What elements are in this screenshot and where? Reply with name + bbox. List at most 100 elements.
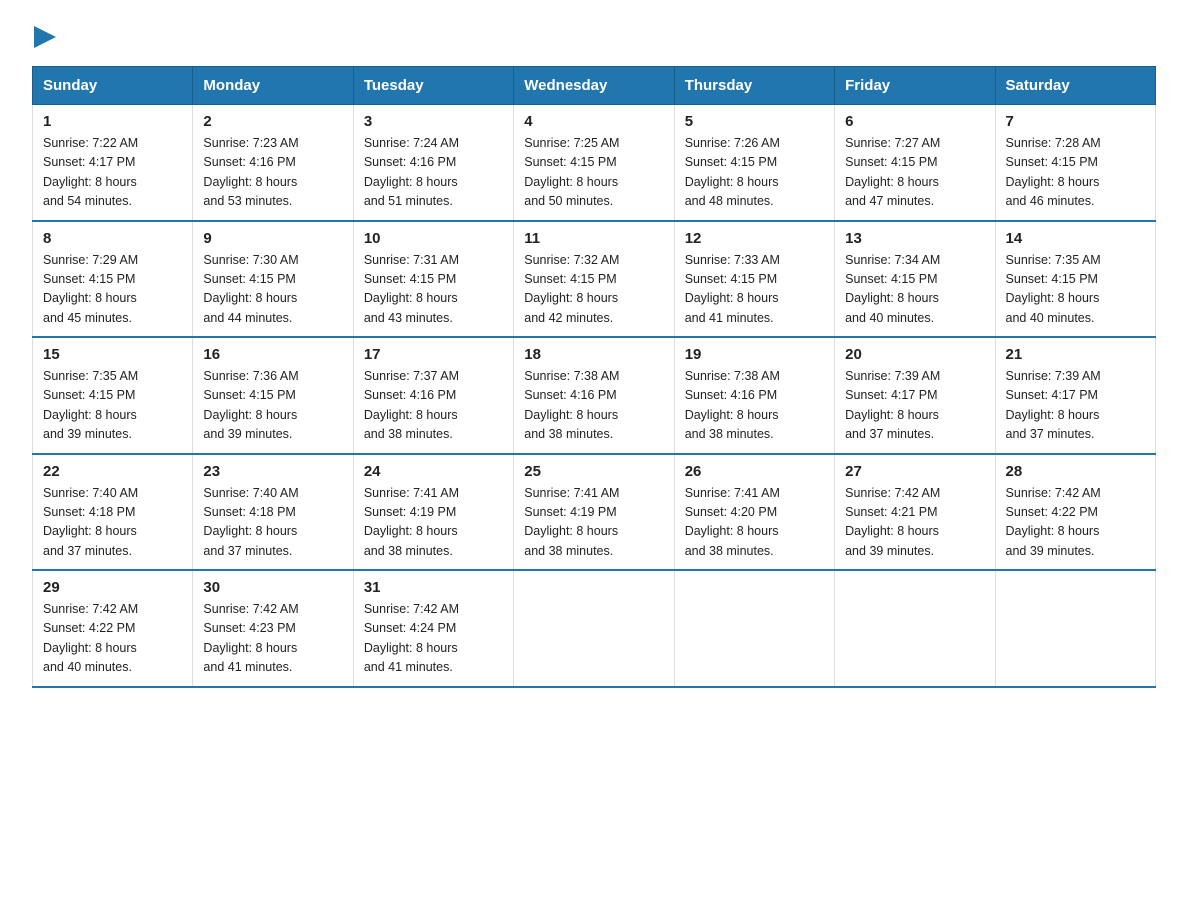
sun-info: Sunrise: 7:38 AM Sunset: 4:16 PM Dayligh… [685, 367, 824, 445]
day-number: 5 [685, 113, 824, 130]
sun-info: Sunrise: 7:36 AM Sunset: 4:15 PM Dayligh… [203, 367, 342, 445]
calendar-cell [995, 570, 1155, 687]
sun-info: Sunrise: 7:42 AM Sunset: 4:22 PM Dayligh… [1006, 484, 1145, 562]
calendar-cell: 27 Sunrise: 7:42 AM Sunset: 4:21 PM Dayl… [835, 454, 995, 571]
calendar-cell: 17 Sunrise: 7:37 AM Sunset: 4:16 PM Dayl… [353, 337, 513, 454]
calendar-cell: 19 Sunrise: 7:38 AM Sunset: 4:16 PM Dayl… [674, 337, 834, 454]
day-number: 13 [845, 230, 984, 247]
header-friday: Friday [835, 67, 995, 105]
sun-info: Sunrise: 7:34 AM Sunset: 4:15 PM Dayligh… [845, 251, 984, 329]
day-number: 12 [685, 230, 824, 247]
calendar-cell: 26 Sunrise: 7:41 AM Sunset: 4:20 PM Dayl… [674, 454, 834, 571]
sun-info: Sunrise: 7:32 AM Sunset: 4:15 PM Dayligh… [524, 251, 663, 329]
calendar-cell: 15 Sunrise: 7:35 AM Sunset: 4:15 PM Dayl… [33, 337, 193, 454]
calendar-cell: 30 Sunrise: 7:42 AM Sunset: 4:23 PM Dayl… [193, 570, 353, 687]
day-number: 2 [203, 113, 342, 130]
sun-info: Sunrise: 7:41 AM Sunset: 4:19 PM Dayligh… [524, 484, 663, 562]
sun-info: Sunrise: 7:24 AM Sunset: 4:16 PM Dayligh… [364, 134, 503, 212]
calendar-cell: 23 Sunrise: 7:40 AM Sunset: 4:18 PM Dayl… [193, 454, 353, 571]
week-row-4: 22 Sunrise: 7:40 AM Sunset: 4:18 PM Dayl… [33, 454, 1156, 571]
day-number: 1 [43, 113, 182, 130]
day-number: 11 [524, 230, 663, 247]
day-number: 22 [43, 463, 182, 480]
day-number: 19 [685, 346, 824, 363]
calendar-cell: 8 Sunrise: 7:29 AM Sunset: 4:15 PM Dayli… [33, 221, 193, 338]
day-number: 10 [364, 230, 503, 247]
week-row-2: 8 Sunrise: 7:29 AM Sunset: 4:15 PM Dayli… [33, 221, 1156, 338]
calendar-cell: 31 Sunrise: 7:42 AM Sunset: 4:24 PM Dayl… [353, 570, 513, 687]
day-number: 18 [524, 346, 663, 363]
day-number: 20 [845, 346, 984, 363]
sun-info: Sunrise: 7:39 AM Sunset: 4:17 PM Dayligh… [1006, 367, 1145, 445]
sun-info: Sunrise: 7:27 AM Sunset: 4:15 PM Dayligh… [845, 134, 984, 212]
calendar-cell: 16 Sunrise: 7:36 AM Sunset: 4:15 PM Dayl… [193, 337, 353, 454]
calendar-cell [835, 570, 995, 687]
calendar-table: SundayMondayTuesdayWednesdayThursdayFrid… [32, 66, 1156, 688]
sun-info: Sunrise: 7:42 AM Sunset: 4:24 PM Dayligh… [364, 600, 503, 678]
sun-info: Sunrise: 7:40 AM Sunset: 4:18 PM Dayligh… [43, 484, 182, 562]
sun-info: Sunrise: 7:42 AM Sunset: 4:22 PM Dayligh… [43, 600, 182, 678]
sun-info: Sunrise: 7:23 AM Sunset: 4:16 PM Dayligh… [203, 134, 342, 212]
calendar-cell: 6 Sunrise: 7:27 AM Sunset: 4:15 PM Dayli… [835, 105, 995, 221]
header-sunday: Sunday [33, 67, 193, 105]
logo [32, 24, 56, 48]
page-header [32, 24, 1156, 48]
calendar-cell: 7 Sunrise: 7:28 AM Sunset: 4:15 PM Dayli… [995, 105, 1155, 221]
day-number: 16 [203, 346, 342, 363]
day-number: 15 [43, 346, 182, 363]
day-number: 27 [845, 463, 984, 480]
calendar-cell: 11 Sunrise: 7:32 AM Sunset: 4:15 PM Dayl… [514, 221, 674, 338]
calendar-cell: 14 Sunrise: 7:35 AM Sunset: 4:15 PM Dayl… [995, 221, 1155, 338]
days-header-row: SundayMondayTuesdayWednesdayThursdayFrid… [33, 67, 1156, 105]
sun-info: Sunrise: 7:26 AM Sunset: 4:15 PM Dayligh… [685, 134, 824, 212]
sun-info: Sunrise: 7:41 AM Sunset: 4:19 PM Dayligh… [364, 484, 503, 562]
calendar-cell: 22 Sunrise: 7:40 AM Sunset: 4:18 PM Dayl… [33, 454, 193, 571]
week-row-5: 29 Sunrise: 7:42 AM Sunset: 4:22 PM Dayl… [33, 570, 1156, 687]
calendar-cell: 20 Sunrise: 7:39 AM Sunset: 4:17 PM Dayl… [835, 337, 995, 454]
calendar-cell: 2 Sunrise: 7:23 AM Sunset: 4:16 PM Dayli… [193, 105, 353, 221]
sun-info: Sunrise: 7:29 AM Sunset: 4:15 PM Dayligh… [43, 251, 182, 329]
calendar-cell: 18 Sunrise: 7:38 AM Sunset: 4:16 PM Dayl… [514, 337, 674, 454]
day-number: 6 [845, 113, 984, 130]
header-monday: Monday [193, 67, 353, 105]
calendar-cell: 28 Sunrise: 7:42 AM Sunset: 4:22 PM Dayl… [995, 454, 1155, 571]
sun-info: Sunrise: 7:42 AM Sunset: 4:23 PM Dayligh… [203, 600, 342, 678]
week-row-1: 1 Sunrise: 7:22 AM Sunset: 4:17 PM Dayli… [33, 105, 1156, 221]
day-number: 21 [1006, 346, 1145, 363]
logo-flag-icon [34, 26, 56, 48]
header-saturday: Saturday [995, 67, 1155, 105]
sun-info: Sunrise: 7:25 AM Sunset: 4:15 PM Dayligh… [524, 134, 663, 212]
calendar-cell: 12 Sunrise: 7:33 AM Sunset: 4:15 PM Dayl… [674, 221, 834, 338]
header-tuesday: Tuesday [353, 67, 513, 105]
sun-info: Sunrise: 7:39 AM Sunset: 4:17 PM Dayligh… [845, 367, 984, 445]
day-number: 4 [524, 113, 663, 130]
calendar-cell: 25 Sunrise: 7:41 AM Sunset: 4:19 PM Dayl… [514, 454, 674, 571]
calendar-cell: 24 Sunrise: 7:41 AM Sunset: 4:19 PM Dayl… [353, 454, 513, 571]
sun-info: Sunrise: 7:41 AM Sunset: 4:20 PM Dayligh… [685, 484, 824, 562]
calendar-cell: 21 Sunrise: 7:39 AM Sunset: 4:17 PM Dayl… [995, 337, 1155, 454]
calendar-cell: 9 Sunrise: 7:30 AM Sunset: 4:15 PM Dayli… [193, 221, 353, 338]
sun-info: Sunrise: 7:37 AM Sunset: 4:16 PM Dayligh… [364, 367, 503, 445]
day-number: 28 [1006, 463, 1145, 480]
calendar-cell: 1 Sunrise: 7:22 AM Sunset: 4:17 PM Dayli… [33, 105, 193, 221]
day-number: 30 [203, 579, 342, 596]
day-number: 8 [43, 230, 182, 247]
calendar-cell: 10 Sunrise: 7:31 AM Sunset: 4:15 PM Dayl… [353, 221, 513, 338]
sun-info: Sunrise: 7:35 AM Sunset: 4:15 PM Dayligh… [43, 367, 182, 445]
sun-info: Sunrise: 7:40 AM Sunset: 4:18 PM Dayligh… [203, 484, 342, 562]
sun-info: Sunrise: 7:31 AM Sunset: 4:15 PM Dayligh… [364, 251, 503, 329]
sun-info: Sunrise: 7:22 AM Sunset: 4:17 PM Dayligh… [43, 134, 182, 212]
sun-info: Sunrise: 7:35 AM Sunset: 4:15 PM Dayligh… [1006, 251, 1145, 329]
day-number: 29 [43, 579, 182, 596]
sun-info: Sunrise: 7:33 AM Sunset: 4:15 PM Dayligh… [685, 251, 824, 329]
calendar-cell: 29 Sunrise: 7:42 AM Sunset: 4:22 PM Dayl… [33, 570, 193, 687]
calendar-cell [514, 570, 674, 687]
calendar-cell: 5 Sunrise: 7:26 AM Sunset: 4:15 PM Dayli… [674, 105, 834, 221]
day-number: 7 [1006, 113, 1145, 130]
sun-info: Sunrise: 7:28 AM Sunset: 4:15 PM Dayligh… [1006, 134, 1145, 212]
week-row-3: 15 Sunrise: 7:35 AM Sunset: 4:15 PM Dayl… [33, 337, 1156, 454]
calendar-cell [674, 570, 834, 687]
sun-info: Sunrise: 7:30 AM Sunset: 4:15 PM Dayligh… [203, 251, 342, 329]
calendar-cell: 4 Sunrise: 7:25 AM Sunset: 4:15 PM Dayli… [514, 105, 674, 221]
header-thursday: Thursday [674, 67, 834, 105]
